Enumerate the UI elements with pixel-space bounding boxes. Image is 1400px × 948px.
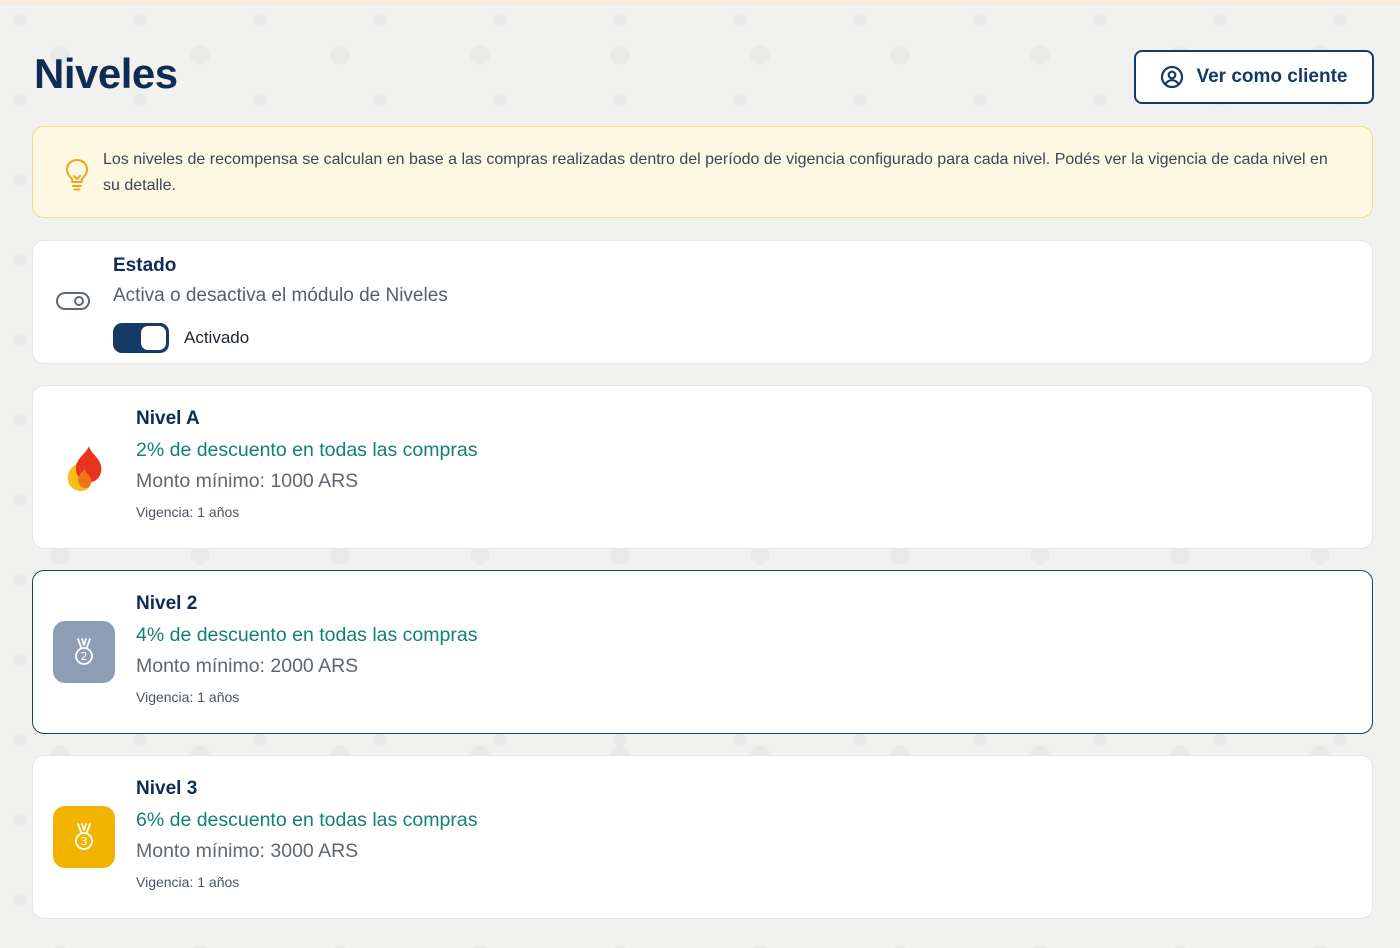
view-as-client-label: Ver como cliente xyxy=(1196,66,1348,87)
flame-icon xyxy=(53,436,115,498)
estado-card: Estado Activa o desactiva el módulo de N… xyxy=(32,240,1373,364)
page-title: Niveles xyxy=(34,50,178,97)
lightbulb-icon xyxy=(57,154,97,194)
level-minimum: Monto mínimo: 2000 ARS xyxy=(136,655,359,677)
view-as-client-button[interactable]: Ver como cliente xyxy=(1134,50,1374,104)
level-title: Nivel 3 xyxy=(136,778,198,799)
info-text: Los niveles de recompensa se calculan en… xyxy=(103,151,1328,194)
level-minimum: Monto mínimo: 3000 ARS xyxy=(136,840,359,862)
level-card-nivel-a[interactable]: Nivel A 2% de descuento en todas las com… xyxy=(32,385,1373,549)
level-minimum: Monto mínimo: 1000 ARS xyxy=(136,470,359,492)
medal-3-icon: 3 xyxy=(53,806,115,868)
level-benefit: 2% de descuento en todas las compras xyxy=(136,439,478,461)
level-benefit: 4% de descuento en todas las compras xyxy=(136,624,478,646)
level-title: Nivel A xyxy=(136,408,200,429)
medal-number: 3 xyxy=(81,835,88,848)
level-validity: Vigencia: 1 años xyxy=(136,689,240,705)
level-card-nivel-2[interactable]: 2 Nivel 2 4% de descuento en todas las c… xyxy=(32,570,1373,734)
estado-description: Activa o desactiva el módulo de Niveles xyxy=(113,285,448,306)
level-validity: Vigencia: 1 años xyxy=(136,874,240,890)
switch-knob xyxy=(141,326,166,350)
estado-title: Estado xyxy=(113,255,177,276)
module-toggle-switch[interactable] xyxy=(113,323,169,353)
user-circle-icon xyxy=(1160,65,1184,89)
level-benefit: 6% de descuento en todas las compras xyxy=(136,809,478,831)
level-title: Nivel 2 xyxy=(136,593,198,614)
info-banner: Los niveles de recompensa se calculan en… xyxy=(32,126,1373,218)
toggle-icon xyxy=(55,289,91,318)
level-validity: Vigencia: 1 años xyxy=(136,504,240,520)
level-card-nivel-3[interactable]: 3 Nivel 3 6% de descuento en todas las c… xyxy=(32,755,1373,919)
toggle-label: Activado xyxy=(184,328,250,347)
medal-2-icon: 2 xyxy=(53,621,115,683)
medal-number: 2 xyxy=(81,650,88,663)
top-strip xyxy=(0,0,1400,6)
